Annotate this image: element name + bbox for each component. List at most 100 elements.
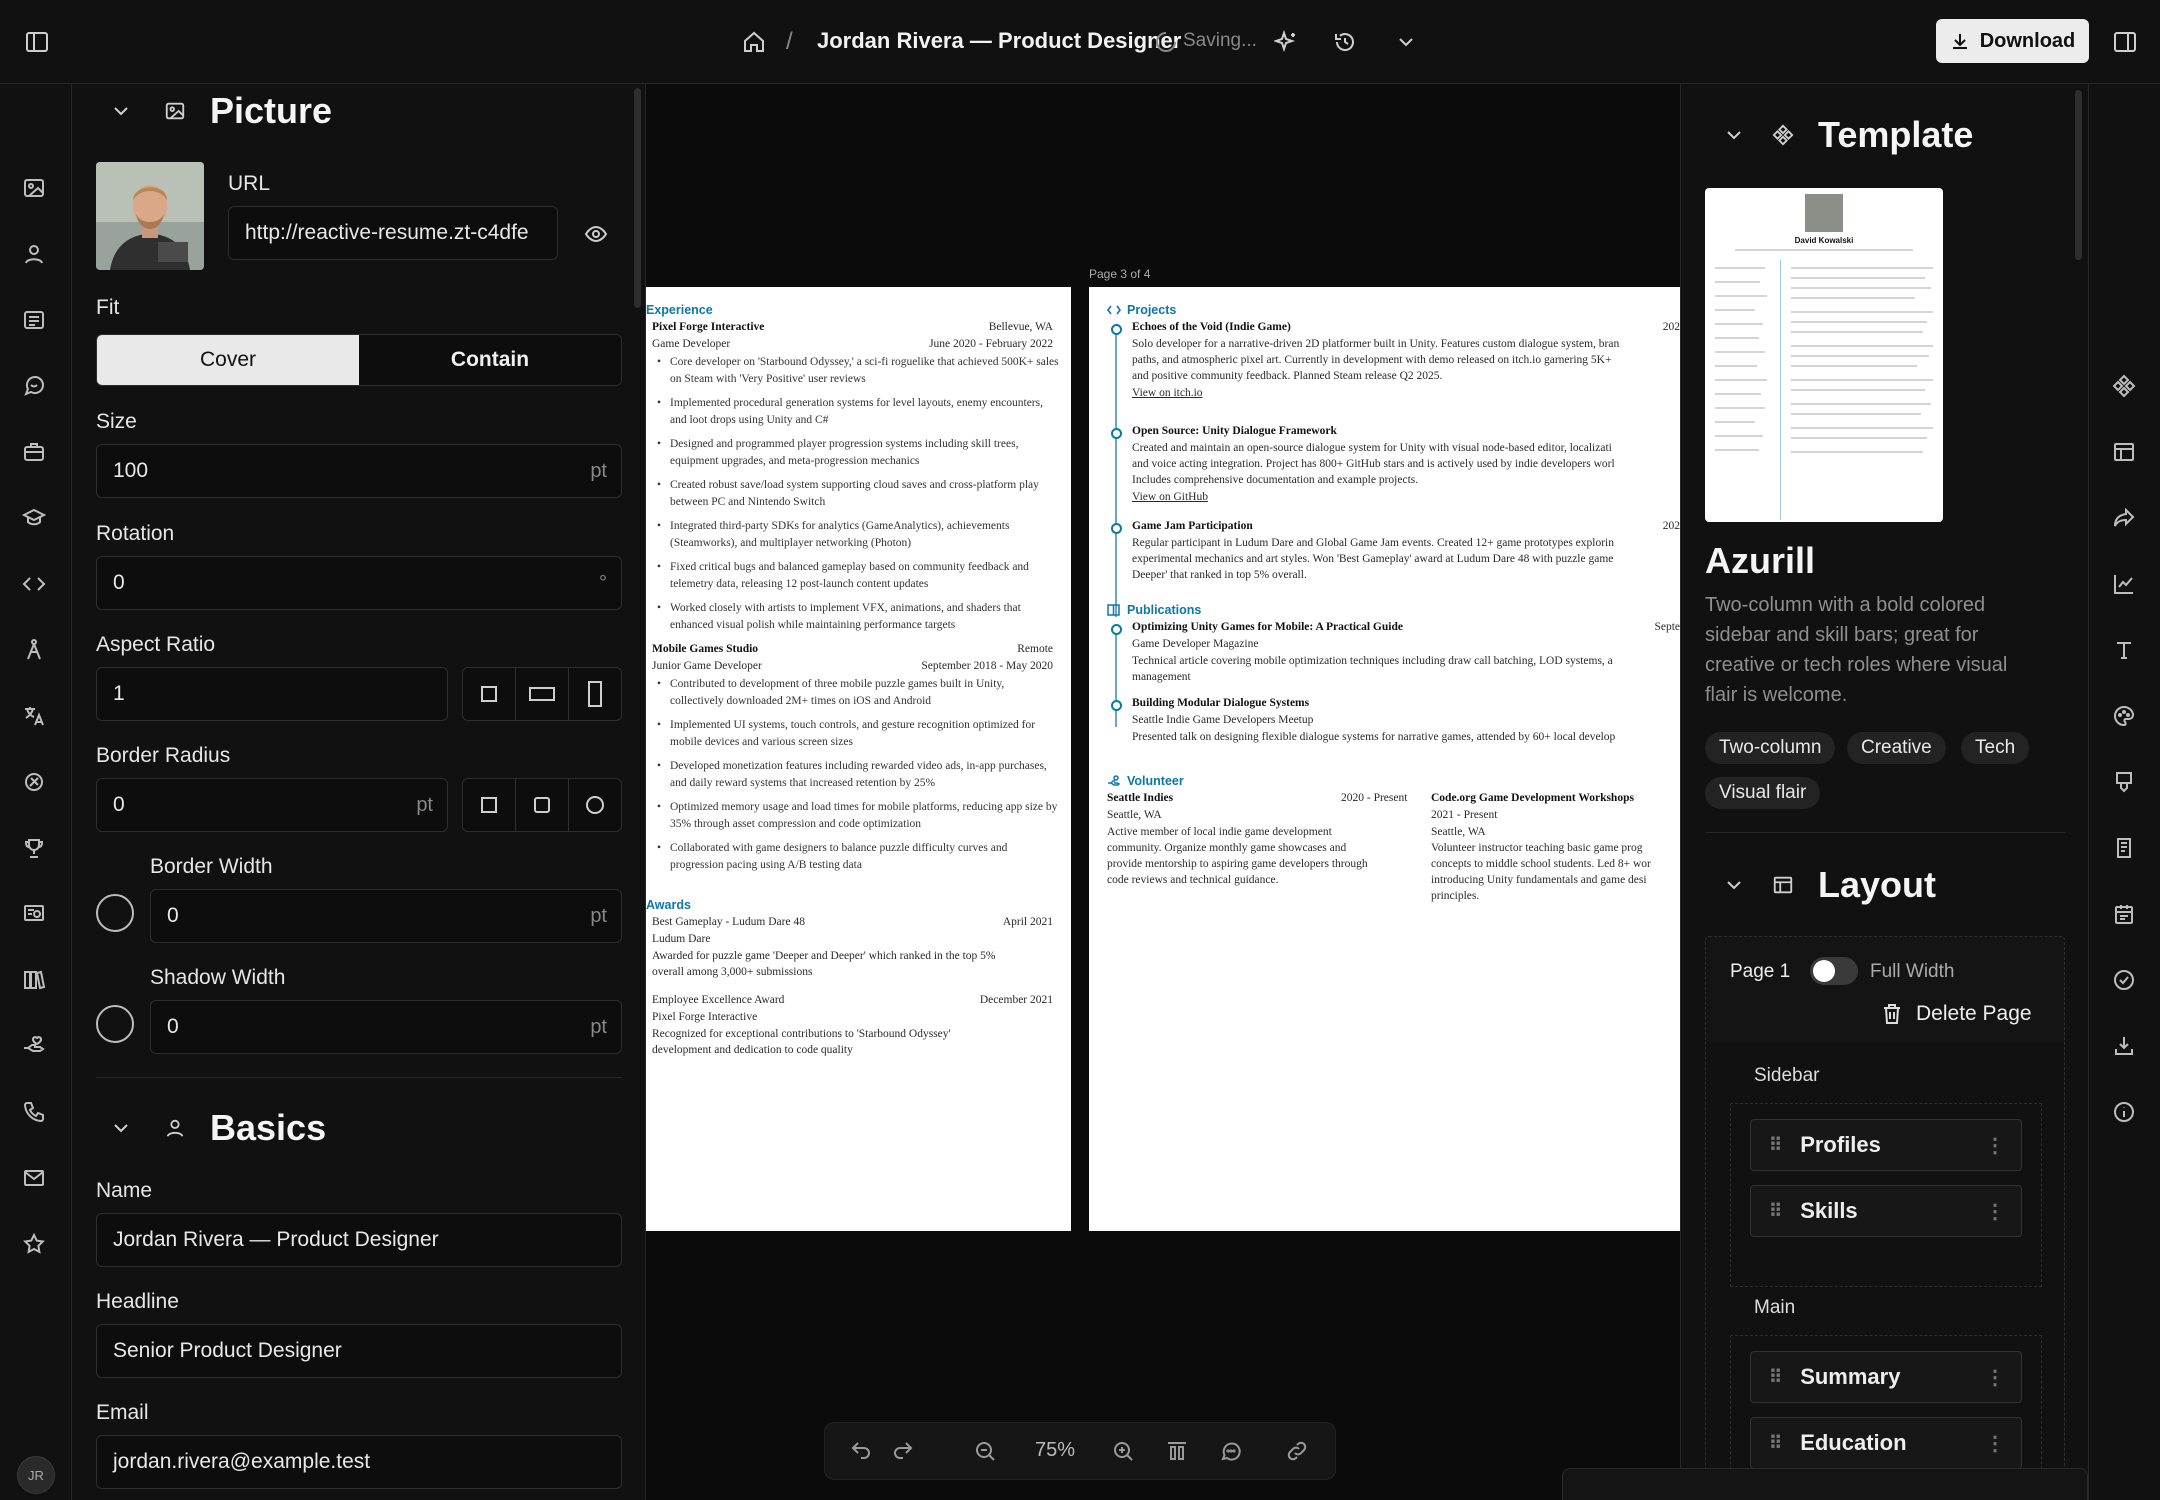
calendar-icon[interactable]	[2112, 902, 2138, 928]
project-link[interactable]: View on itch.io	[1132, 386, 1203, 402]
fit-toggle-group: Cover Contain	[96, 334, 622, 386]
chevron-down-icon[interactable]	[1721, 872, 1747, 898]
phone-icon[interactable]	[22, 1100, 50, 1128]
headline-input[interactable]: Senior Product Designer	[96, 1324, 622, 1378]
chevron-down-icon[interactable]	[108, 98, 134, 124]
star-icon[interactable]	[22, 1232, 50, 1260]
code-icon[interactable]	[22, 572, 50, 600]
zoom-in-icon[interactable]	[1111, 1439, 1137, 1465]
mail-icon[interactable]	[22, 1166, 50, 1194]
aspect-ratio-input[interactable]: 1	[96, 667, 448, 721]
publication-venue: Game Developer Magazine	[1132, 638, 1259, 650]
code-icon	[1107, 304, 1121, 316]
name-input[interactable]: Jordan Rivera — Product Designer	[96, 1213, 622, 1267]
user-icon[interactable]	[22, 242, 50, 270]
summary-icon[interactable]	[22, 308, 50, 336]
books-icon[interactable]	[22, 968, 50, 996]
notes-icon[interactable]	[2112, 836, 2138, 862]
profile-photo[interactable]	[96, 162, 204, 270]
theme-icon[interactable]	[2112, 704, 2138, 730]
drag-handle-icon[interactable]: ⠿	[1769, 1433, 1782, 1454]
layout-item-summary[interactable]: ⠿ Summary ⋮	[1750, 1351, 2022, 1403]
radius-square-button[interactable]	[462, 778, 516, 832]
size-input[interactable]: 100 pt	[96, 444, 622, 498]
image-icon[interactable]	[22, 176, 50, 204]
shadow-width-input[interactable]: 0 pt	[150, 1000, 622, 1054]
drag-handle-icon[interactable]: ⠿	[1769, 1367, 1782, 1388]
redo-icon[interactable]	[891, 1439, 917, 1465]
panel-scrollbar[interactable]	[634, 88, 641, 308]
trophy-icon[interactable]	[22, 836, 50, 864]
undo-icon[interactable]	[849, 1439, 875, 1465]
eye-icon[interactable]	[582, 220, 610, 248]
drag-handle-icon[interactable]: ⠿	[1769, 1201, 1782, 1222]
chevron-down-icon[interactable]	[108, 1115, 134, 1141]
resume-title[interactable]: Jordan Rivera — Product Designer	[817, 28, 1181, 54]
aspect-square-button[interactable]	[462, 667, 516, 721]
fit-contain-option[interactable]: Contain	[359, 335, 621, 385]
sparkle-icon[interactable]	[1272, 28, 1300, 56]
share-icon[interactable]	[2112, 506, 2138, 532]
layout-icon[interactable]	[2112, 440, 2138, 466]
zoom-level[interactable]: 75%	[1035, 1439, 1075, 1462]
panel-scrollbar[interactable]	[2075, 90, 2082, 260]
languages-icon[interactable]	[22, 704, 50, 732]
fit-label: Fit	[96, 296, 120, 319]
interests-icon[interactable]	[22, 770, 50, 798]
template-icon[interactable]	[2112, 374, 2138, 400]
url-input[interactable]: http://reactive-resume.zt-c4dfe	[228, 206, 558, 260]
layout-item-label: Education	[1800, 1430, 1907, 1455]
border-color-swatch[interactable]	[96, 894, 134, 932]
page-icon[interactable]	[2112, 770, 2138, 796]
radius-rounded-button[interactable]	[515, 778, 569, 832]
layout-item-skills[interactable]: ⠿ Skills ⋮	[1750, 1185, 2022, 1237]
center-view-icon[interactable]	[1165, 1439, 1191, 1465]
graduation-cap-icon[interactable]	[22, 506, 50, 534]
email-input[interactable]: jordan.rivera@example.test	[96, 1435, 622, 1489]
more-vertical-icon[interactable]: ⋮	[1985, 1365, 2005, 1390]
rotation-input[interactable]: 0 °	[96, 556, 622, 610]
project-link[interactable]: View on GitHub	[1132, 490, 1208, 506]
chevron-down-icon[interactable]	[1392, 28, 1420, 56]
more-vertical-icon[interactable]: ⋮	[1985, 1199, 2005, 1224]
certificate-icon[interactable]	[22, 902, 50, 930]
link-icon[interactable]	[1285, 1439, 1311, 1465]
volunteer-icon[interactable]	[22, 1034, 50, 1062]
delete-page-button[interactable]: Delete Page	[1882, 997, 2032, 1031]
avatar[interactable]: JR	[17, 1456, 55, 1494]
aspect-portrait-button[interactable]	[568, 667, 622, 721]
profiles-icon[interactable]	[22, 374, 50, 402]
zoom-out-icon[interactable]	[973, 1439, 999, 1465]
check-icon[interactable]	[2112, 968, 2138, 994]
briefcase-icon[interactable]	[22, 440, 50, 468]
border-radius-input[interactable]: 0 pt	[96, 778, 448, 832]
template-preview[interactable]: David Kowalski	[1705, 188, 1943, 522]
right-panel-toggle-icon[interactable]	[2110, 28, 2140, 56]
full-width-toggle[interactable]	[1810, 957, 1858, 985]
fit-cover-option[interactable]: Cover	[97, 335, 359, 385]
more-vertical-icon[interactable]: ⋮	[1985, 1431, 2005, 1456]
layout-item-label: Skills	[1800, 1198, 1858, 1223]
job2-role: Junior Game Developer	[652, 660, 762, 672]
comment-icon[interactable]	[1219, 1439, 1245, 1465]
export-icon[interactable]	[2112, 1034, 2138, 1060]
shadow-color-swatch[interactable]	[96, 1005, 134, 1043]
radius-circle-button[interactable]	[568, 778, 622, 832]
typography-icon[interactable]	[2112, 638, 2138, 664]
project-title: Game Jam Participation	[1132, 520, 1253, 532]
chevron-down-icon[interactable]	[1721, 122, 1747, 148]
aspect-landscape-button[interactable]	[515, 667, 569, 721]
layout-item-profiles[interactable]: ⠿ Profiles ⋮	[1750, 1119, 2022, 1171]
statistics-icon[interactable]	[2112, 572, 2138, 598]
resume-canvas[interactable]: Page 3 of 4 Experience Pixel Forge Inter…	[646, 84, 1680, 1500]
info-icon[interactable]	[2112, 1100, 2138, 1126]
home-icon[interactable]	[740, 28, 768, 56]
layout-item-education[interactable]: ⠿ Education ⋮	[1750, 1417, 2022, 1469]
more-vertical-icon[interactable]: ⋮	[1985, 1133, 2005, 1158]
download-button[interactable]: Download	[1936, 19, 2089, 63]
skills-icon[interactable]	[22, 638, 50, 666]
border-width-input[interactable]: 0 pt	[150, 889, 622, 943]
drag-handle-icon[interactable]: ⠿	[1769, 1135, 1782, 1156]
history-icon[interactable]	[1331, 28, 1359, 56]
sidebar-toggle-icon[interactable]	[22, 28, 52, 56]
